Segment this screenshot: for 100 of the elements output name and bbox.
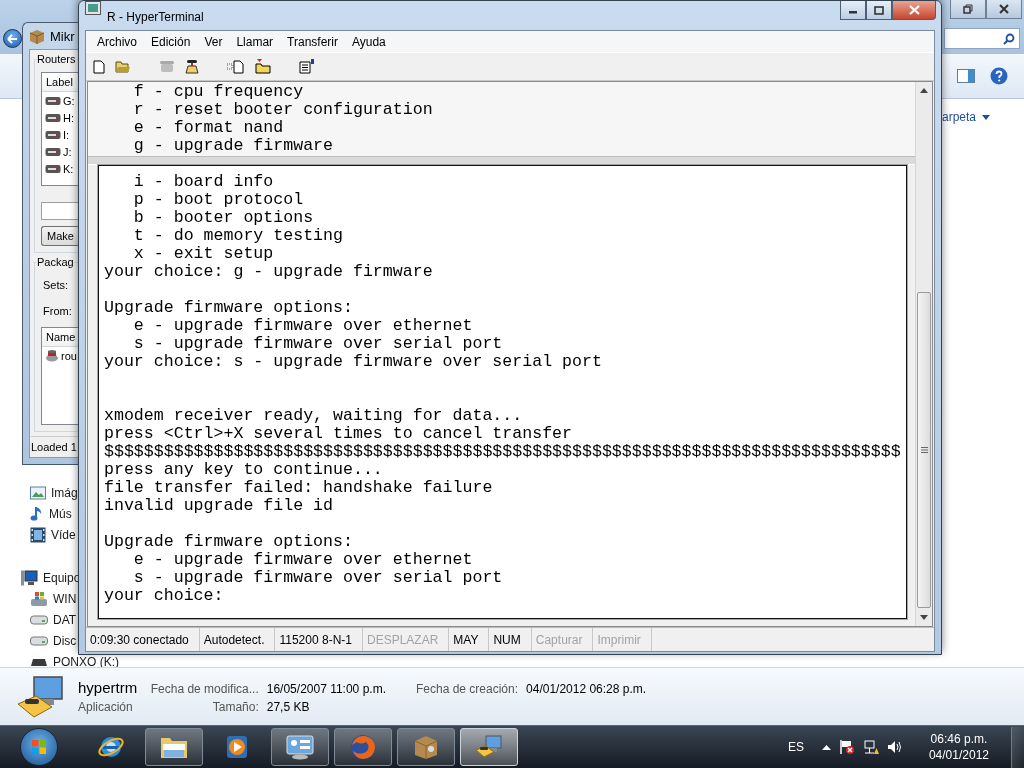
nav-item[interactable]: DAT — [53, 612, 77, 627]
file-name: hypertrm — [78, 679, 139, 696]
start-button[interactable] — [20, 728, 58, 766]
phone-computer-icon — [474, 734, 504, 760]
toolbar-button[interactable] — [298, 58, 316, 75]
scroll-down-icon — [920, 615, 928, 620]
terminal-line: press <Ctrl>+X several times to cancel transfer — [104, 425, 573, 443]
terminal-line: invalid upgrade file id — [104, 497, 334, 515]
maximize-icon — [874, 5, 884, 15]
drive-icon — [30, 614, 48, 625]
folder-icon — [115, 60, 131, 73]
restore-icon — [963, 4, 973, 14]
menu-item[interactable]: Archivo — [90, 32, 144, 51]
toolbar-button[interactable] — [254, 58, 272, 75]
list-item[interactable]: K: — [63, 162, 74, 175]
property-label: Tamaño: — [211, 700, 259, 714]
send-file-icon — [227, 59, 245, 74]
window-title: Mikr — [50, 28, 75, 44]
terminal-line: e - upgrade firmware over ethernet — [132, 551, 473, 569]
network-icon — [862, 739, 879, 755]
drive-icon — [45, 95, 61, 106]
play-icon — [224, 734, 250, 760]
taskbar-button[interactable] — [271, 728, 329, 766]
menu-item[interactable]: Edición — [144, 32, 198, 51]
list-item[interactable]: I: — [63, 128, 70, 141]
clock[interactable]: 06:46 p.m. 04/01/2012 — [924, 731, 993, 763]
grip-icon — [920, 447, 928, 453]
list-item[interactable]: H: — [63, 111, 74, 124]
terminal-line: f - cpu frequency — [132, 83, 304, 101]
terminal-line: Upgrade firmware options: — [104, 533, 353, 551]
nav-item[interactable]: Disc — [53, 633, 77, 648]
nav-item[interactable]: WIN — [53, 591, 77, 606]
input-field[interactable] — [41, 202, 78, 220]
list-item[interactable]: J: — [63, 145, 72, 158]
tray-button[interactable] — [886, 740, 903, 754]
preview-pane-icon — [957, 69, 975, 83]
show-desktop-button[interactable] — [1011, 726, 1024, 768]
help-button[interactable] — [988, 66, 1010, 86]
box-icon — [29, 28, 45, 44]
list-item[interactable]: rou — [61, 349, 77, 362]
group-label: Packag — [36, 256, 75, 268]
toolbar-button[interactable] — [184, 58, 200, 75]
terminal-line: r - reset booter configuration — [132, 101, 433, 119]
arrange-by-label[interactable]: arpeta — [942, 110, 977, 124]
minimize-button[interactable] — [840, 1, 866, 20]
close-button[interactable] — [892, 1, 936, 20]
tray-button[interactable] — [862, 739, 879, 755]
drive-icon — [30, 635, 48, 646]
scrollbar[interactable] — [915, 82, 932, 626]
status-text: Loaded 1 — [31, 441, 77, 453]
help-icon — [990, 67, 1008, 85]
nav-item[interactable]: Víde — [51, 527, 76, 542]
terminal-line: your choice: g - upgrade firmware — [104, 263, 433, 281]
nav-item[interactable]: Mús — [49, 506, 72, 521]
status-field: Imprimir — [597, 632, 641, 647]
restore-button[interactable] — [950, 0, 986, 19]
application-icon — [16, 673, 66, 720]
phone-icon — [185, 59, 199, 74]
terminal-line: your choice: — [104, 587, 224, 605]
dropdown-arrow-icon — [982, 114, 991, 120]
menu-item[interactable]: Ver — [197, 32, 230, 51]
menu-item[interactable]: Transferir — [280, 32, 345, 51]
terminal-line: xmodem receiver ready, waiting for data... — [104, 407, 523, 425]
status-field: MAY — [453, 632, 479, 647]
nav-item[interactable]: Imág — [51, 485, 78, 500]
toolbar-button[interactable] — [92, 58, 106, 75]
terminal-line: file transfer failed: handshake failure — [104, 479, 493, 497]
globe-icon — [349, 733, 377, 761]
status-field: 0:09:30 conectado — [90, 632, 189, 647]
terminal-line: g - upgrade firmware — [132, 137, 334, 155]
list-item[interactable]: G: — [63, 94, 75, 107]
field-label: Sets: — [43, 279, 69, 291]
close-button[interactable] — [986, 0, 1022, 19]
terminal-line: s - upgrade firmware over serial port — [132, 569, 503, 587]
music-note-icon — [30, 505, 44, 522]
tray-button[interactable] — [838, 739, 855, 755]
terminal-app-icon — [85, 1, 101, 15]
flag-icon — [838, 739, 855, 755]
package-icon — [45, 349, 59, 362]
scroll-up-icon — [920, 88, 928, 93]
language-indicator[interactable]: ES — [787, 740, 814, 754]
close-icon — [999, 4, 1009, 14]
search-field[interactable] — [944, 28, 1020, 49]
status-field: NUM — [493, 632, 521, 647]
make-button[interactable]: Make — [41, 226, 78, 246]
preview-pane-button[interactable] — [955, 66, 977, 86]
menu-item[interactable]: Ayuda — [345, 32, 393, 51]
drive-icon — [45, 146, 61, 157]
file-type: Aplicación — [78, 700, 133, 714]
maximize-button[interactable] — [866, 1, 892, 20]
menu-item[interactable]: Llamar — [229, 32, 281, 51]
speaker-icon — [886, 740, 903, 754]
property-label: Fecha de creación: — [415, 682, 519, 696]
taskbar-button[interactable] — [145, 728, 203, 766]
terminal-line: s - upgrade firmware over serial port — [132, 335, 503, 353]
terminal-line: i - board info — [132, 173, 274, 191]
status-field: Autodetect. — [203, 632, 265, 647]
monitor-icon — [285, 734, 315, 760]
terminal-line: your choice: s - upgrade firmware over serial port — [104, 353, 602, 371]
tray-button[interactable] — [821, 744, 831, 750]
